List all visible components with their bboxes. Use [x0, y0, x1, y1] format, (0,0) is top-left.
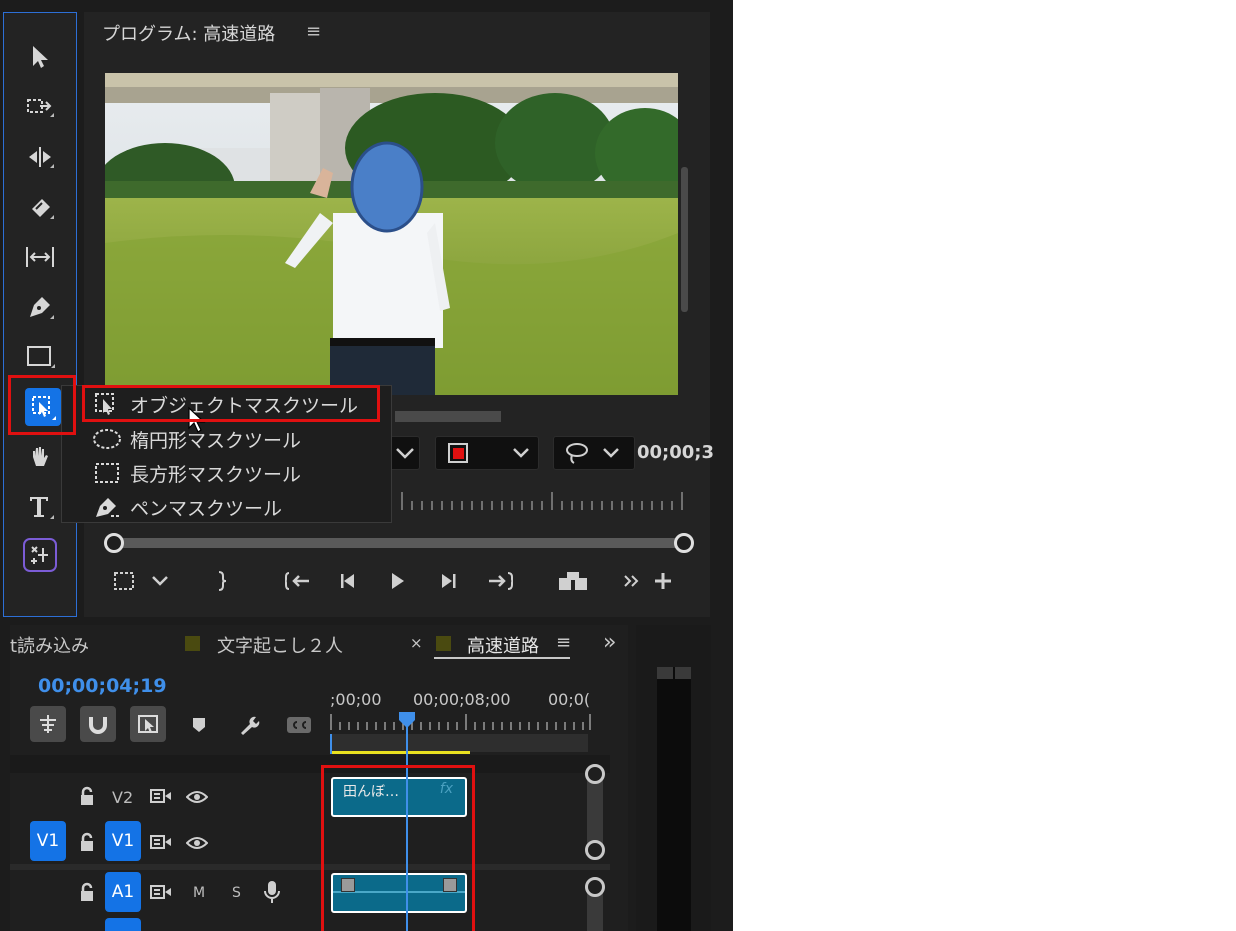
more-tabs-icon[interactable]: » — [603, 630, 616, 655]
mark-out-icon[interactable] — [210, 568, 234, 594]
program-monitor-title: プログラム: 高速道路 — [102, 24, 276, 45]
insert-sequence-icon[interactable] — [30, 706, 66, 742]
pen-tool-icon[interactable] — [21, 289, 59, 325]
go-to-out-icon[interactable] — [484, 568, 514, 594]
ruler-label: ;00;00 — [330, 690, 382, 709]
go-to-in-icon[interactable] — [284, 568, 314, 594]
timeline-ruler[interactable] — [328, 714, 592, 730]
source-patch-v1[interactable]: V1 — [30, 821, 66, 861]
microphone-icon[interactable] — [264, 880, 280, 908]
export-frame-icon[interactable] — [556, 568, 590, 594]
hand-tool-icon[interactable] — [21, 439, 59, 475]
menu-item-ellipse-mask[interactable]: 楕円形マスクツール — [92, 423, 392, 455]
menu-item-label: 楕円形マスクツール — [130, 429, 302, 452]
track-select-tool-icon[interactable] — [21, 89, 59, 125]
type-tool-icon[interactable] — [21, 489, 59, 525]
scrubber-bar[interactable] — [104, 533, 694, 553]
rectangle-mask-icon — [92, 460, 122, 486]
ruler-label: 00;0( — [548, 690, 591, 709]
sync-lock-icon[interactable] — [150, 788, 172, 808]
menu-item-label: 長方形マスクツール — [130, 463, 302, 486]
step-back-icon[interactable] — [336, 568, 362, 594]
snap-icon[interactable] — [80, 706, 116, 742]
track-target-a1[interactable]: A1 — [105, 872, 141, 912]
ruler-label: 00;00;08;00 — [413, 690, 511, 709]
monitor-timecode: 00;00;3 — [637, 442, 715, 463]
playhead-handle[interactable] — [399, 712, 415, 728]
record-dropdown[interactable] — [435, 436, 539, 470]
sync-lock-icon[interactable] — [150, 834, 172, 854]
scrubber-start-handle[interactable] — [104, 533, 124, 553]
monitor-scrollbar[interactable] — [681, 167, 688, 312]
tools-panel — [3, 12, 77, 617]
add-button-icon[interactable] — [650, 568, 676, 594]
sequence-color-swatch — [185, 636, 200, 651]
ellipse-mask-icon — [92, 426, 122, 452]
chevron-down-icon[interactable] — [148, 568, 172, 594]
track-row-a1 — [10, 870, 610, 914]
render-bar — [330, 751, 470, 754]
highlight-box-clips — [321, 765, 475, 931]
active-tab-underline — [434, 657, 570, 659]
linked-selection-icon[interactable] — [130, 706, 166, 742]
generative-tool-icon[interactable] — [21, 537, 59, 573]
menu-item-label: ペンマスクツール — [130, 497, 283, 520]
lock-icon[interactable] — [78, 832, 96, 856]
safe-margins-icon[interactable] — [110, 568, 138, 594]
highlight-box-tool — [8, 375, 76, 435]
add-marker-icon[interactable] — [186, 712, 212, 738]
solo-button[interactable]: S — [232, 885, 241, 901]
audio-meter-panel — [636, 625, 711, 931]
captions-icon[interactable] — [286, 712, 312, 738]
work-area-bar[interactable] — [330, 734, 588, 752]
slip-tool-icon[interactable] — [21, 239, 59, 275]
more-controls-icon[interactable] — [620, 568, 644, 594]
timeline-timecode[interactable]: 00;00;04;19 — [38, 675, 167, 697]
razor-tool-icon[interactable] — [21, 189, 59, 225]
mute-button[interactable]: M — [193, 885, 205, 901]
track-row-partial — [10, 755, 610, 773]
sequence-color-swatch — [436, 636, 451, 651]
play-icon[interactable] — [384, 568, 410, 594]
monitor-hscroll[interactable] — [395, 411, 501, 422]
step-forward-icon[interactable] — [434, 568, 460, 594]
scroll-handle-top[interactable] — [585, 877, 605, 897]
eye-icon[interactable] — [185, 835, 209, 854]
rectangle-tool-icon[interactable] — [21, 339, 59, 375]
tab-import[interactable]: t読み込み — [10, 632, 89, 658]
selection-tool-icon[interactable] — [21, 39, 59, 75]
scrubber-end-handle[interactable] — [674, 533, 694, 553]
premiere-window: プログラム: 高速道路 ≡ 00;00;3 オブジェクトマスクツール 楕円形マス… — [0, 0, 733, 931]
pen-mask-icon — [92, 494, 122, 520]
track-label-v2[interactable]: V2 — [112, 788, 133, 807]
track-row-v2 — [10, 775, 610, 819]
track-target-v1[interactable]: V1 — [105, 821, 141, 861]
scroll-handle-top[interactable] — [585, 764, 605, 784]
wrench-icon[interactable] — [236, 712, 262, 738]
tab-menu-icon[interactable]: ≡ — [556, 632, 571, 653]
eye-icon[interactable] — [185, 789, 209, 808]
panel-menu-icon[interactable]: ≡ — [306, 21, 321, 42]
tab-transcript[interactable]: 文字起こし２人 — [217, 632, 343, 658]
lock-icon[interactable] — [78, 786, 96, 810]
scroll-handle-bottom[interactable] — [585, 840, 605, 860]
menu-item-rectangle-mask[interactable]: 長方形マスクツール — [92, 457, 392, 489]
tab-highway-sequence[interactable]: 高速道路 — [467, 632, 539, 658]
close-tab-icon[interactable]: × — [410, 634, 423, 652]
video-frame — [105, 73, 678, 395]
lock-icon[interactable] — [78, 882, 96, 906]
track-row-v1 — [10, 821, 610, 863]
track-target-a2[interactable] — [105, 918, 141, 931]
ripple-edit-tool-icon[interactable] — [21, 139, 59, 175]
in-point-marker — [330, 734, 332, 754]
monitor-ruler — [400, 492, 690, 510]
lasso-dropdown[interactable] — [553, 436, 635, 470]
sync-lock-icon[interactable] — [150, 884, 172, 904]
menu-item-pen-mask[interactable]: ペンマスクツール — [92, 491, 392, 523]
highlight-box-menu-item — [82, 385, 380, 422]
